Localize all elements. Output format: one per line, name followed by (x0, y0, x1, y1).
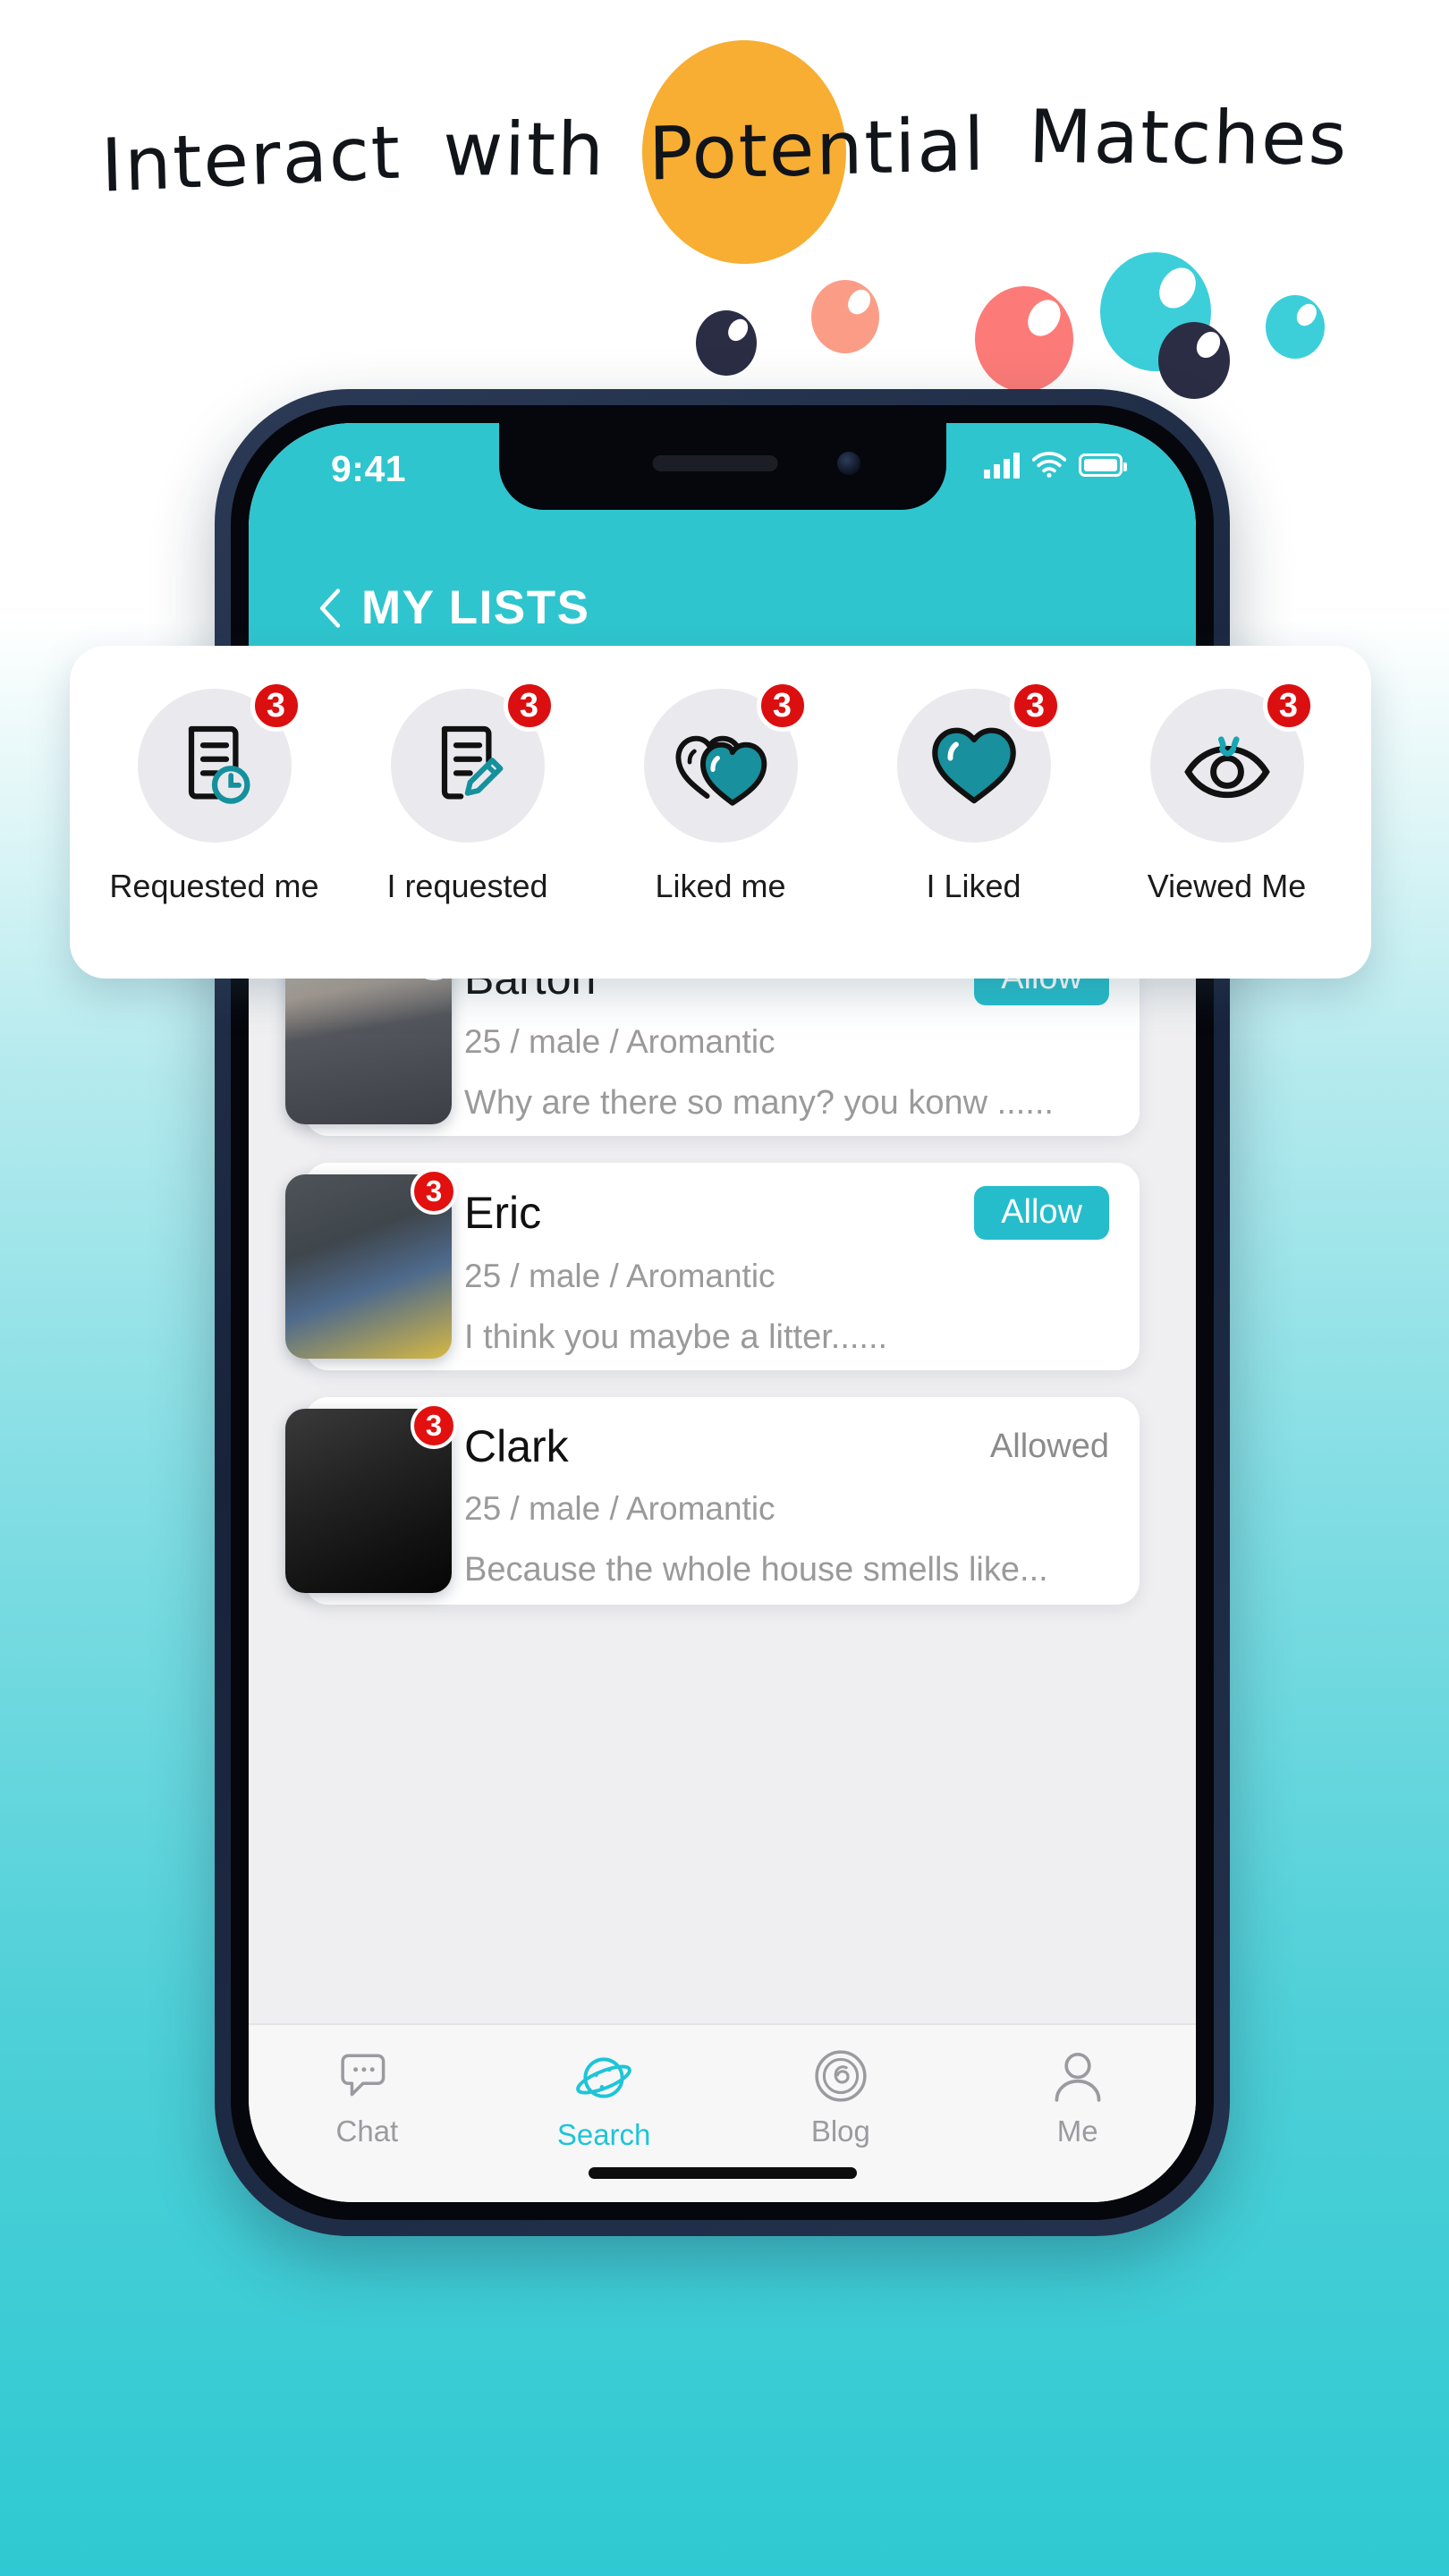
tab-label-me: Me (1056, 2114, 1098, 2148)
filter-item-liked-me[interactable]: 3 Liked me (600, 680, 842, 905)
profile-row[interactable]: 3 Clark Allowed 25 / male / Aromantic Be… (285, 1397, 1140, 1605)
filter-icon-wrap-i-requested[interactable]: 3 (390, 680, 555, 843)
planet-icon (576, 2057, 631, 2098)
avatar-badge: 3 (411, 1168, 457, 1215)
bubble-peach (811, 280, 879, 353)
profile-row[interactable]: 3 Eric Allow 25 / male / Aromantic I thi… (285, 1163, 1140, 1370)
headline-word-1: Interact (99, 110, 402, 209)
avatar-badge: 3 (411, 1402, 457, 1449)
filter-badge-requested-me: 3 (250, 680, 302, 732)
filter-item-i-liked[interactable]: 3 I Liked (853, 680, 1095, 905)
filter-badge-viewed-me: 3 (1262, 680, 1315, 732)
front-camera-icon (836, 452, 860, 475)
filter-icon-wrap-liked-me[interactable]: 3 (643, 680, 809, 843)
filter-item-viewed-me[interactable]: 3 Viewed Me (1106, 680, 1348, 905)
earpiece-speaker (652, 455, 778, 471)
tab-label-search: Search (556, 2118, 651, 2151)
document-pencil-icon (421, 717, 514, 815)
bubble-coral (975, 286, 1073, 393)
filter-badge-i-liked: 3 (1009, 680, 1062, 732)
tab-search[interactable]: Search (514, 2048, 693, 2152)
nav-bar[interactable]: MY LISTS (318, 580, 589, 635)
filter-badge-i-requested: 3 (503, 680, 555, 732)
filter-icon-wrap-requested-me[interactable]: 3 (137, 680, 302, 843)
page-title: Interact with Potential Matches (0, 91, 1449, 209)
profile-message: I think you maybe a litter...... (464, 1318, 888, 1356)
chat-bubble-icon (341, 2054, 386, 2097)
tab-label-blog: Blog (810, 2114, 870, 2148)
filter-icon-wrap-viewed-me[interactable]: 3 (1149, 680, 1315, 843)
eye-icon (1179, 719, 1275, 813)
filter-badge-liked-me: 3 (756, 680, 809, 732)
headline-section: Interact with Potential Matches (0, 0, 1449, 268)
filter-item-i-requested[interactable]: 3 I requested (347, 680, 589, 905)
battery-icon (1079, 453, 1127, 477)
profile-meta: 25 / male / Aromantic (464, 1022, 775, 1060)
cellular-signal-icon (984, 452, 1020, 479)
home-indicator[interactable] (588, 2167, 857, 2179)
heart-filled-icon (926, 717, 1022, 815)
bubble-teal-small (1266, 295, 1325, 359)
tab-blog[interactable]: Blog (751, 2048, 930, 2148)
tab-me[interactable]: Me (988, 2048, 1167, 2148)
profile-meta: 25 / male / Aromantic (464, 1257, 775, 1294)
profile-message: Why are there so many? you konw ...... (464, 1083, 1054, 1122)
person-icon (1055, 2052, 1101, 2102)
headline-word-3: Potential (648, 102, 987, 198)
status-bar-icons (984, 452, 1127, 479)
profile-row-header: Eric Allow (464, 1186, 1109, 1240)
filter-icon-wrap-i-liked[interactable]: 3 (896, 680, 1062, 843)
profile-name: Clark (464, 1421, 569, 1471)
spiral-circle-icon (815, 2050, 867, 2102)
profile-name: Eric (464, 1187, 542, 1238)
phone-notch (498, 423, 946, 510)
bubble-navy-small (696, 310, 757, 377)
filter-item-requested-me[interactable]: 3 Requested me (94, 680, 335, 905)
filter-label-liked-me: Liked me (655, 868, 786, 904)
bubble-navy-right (1158, 322, 1230, 399)
allow-button[interactable]: Allow (974, 1186, 1109, 1240)
filter-label-i-requested: I requested (386, 868, 548, 904)
profile-rows: 3 Barton Allow 25 / male / Aromantic Why… (285, 928, 1156, 1605)
filter-label-viewed-me: Viewed Me (1147, 868, 1307, 904)
profile-meta: 25 / male / Aromantic (464, 1490, 775, 1527)
tab-label-chat: Chat (335, 2114, 399, 2148)
status-bar-time: 9:41 (331, 448, 407, 489)
filter-label-requested-me: Requested me (109, 868, 319, 904)
headline-word-4: Matches (1027, 95, 1350, 182)
page-header-title: MY LISTS (361, 581, 590, 634)
filter-label-i-liked: I Liked (926, 868, 1021, 904)
profile-message: Because the whole house smells like... (464, 1551, 1048, 1589)
profile-row-header: Clark Allowed (464, 1420, 1109, 1472)
back-chevron-icon[interactable] (318, 588, 342, 629)
wifi-icon (1032, 452, 1066, 478)
headline-word-2: with (441, 107, 606, 193)
allowed-status: Allowed (989, 1427, 1109, 1465)
bottom-tab-bar[interactable]: Chat Search Blog Me (249, 2023, 1196, 2202)
double-heart-icon (673, 717, 769, 815)
document-clock-icon (168, 717, 261, 815)
app-header: 9:41 MY LISTS (249, 423, 1196, 660)
tab-chat[interactable]: Chat (277, 2048, 456, 2148)
filter-card: 3 Requested me 3 I requested 3 Liked me (70, 646, 1371, 979)
